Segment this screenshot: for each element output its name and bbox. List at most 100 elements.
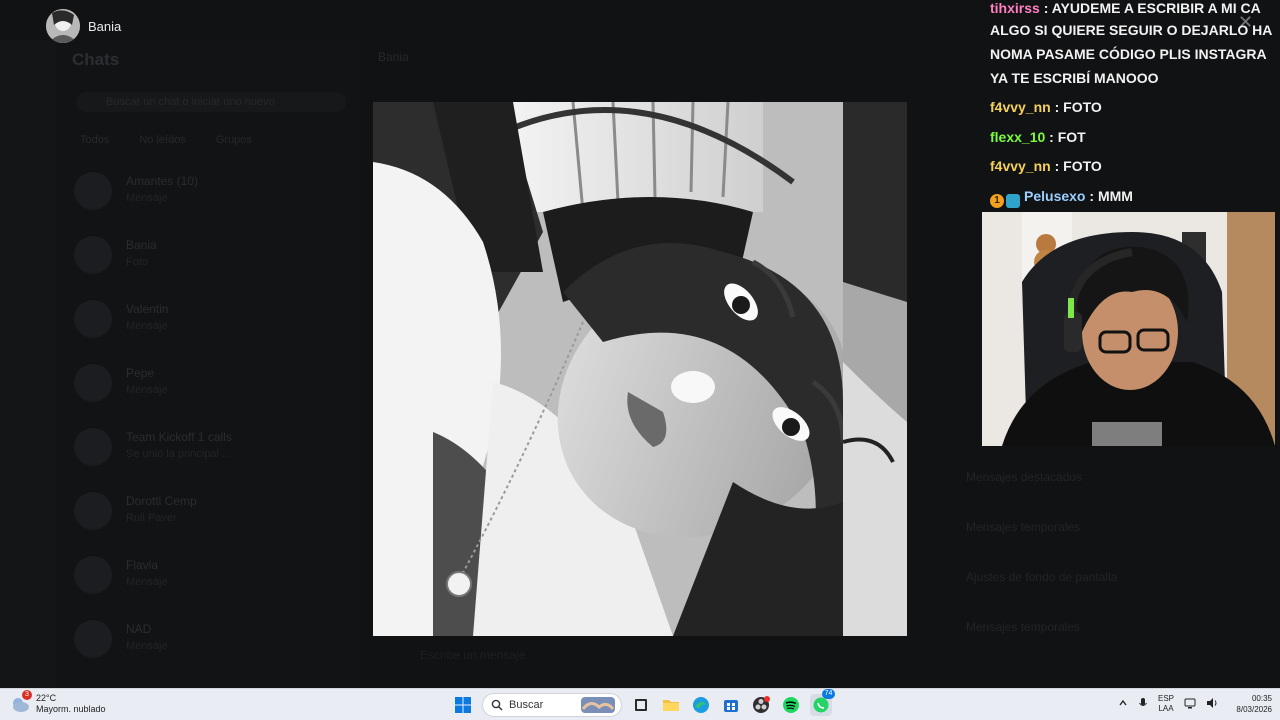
- contact-avatar[interactable]: [46, 9, 80, 43]
- chat-text: NOMA PASAME CÓDIGO PLIS INSTAGRA: [990, 46, 1267, 62]
- chat-name: Pepe: [126, 366, 155, 380]
- chat-list-item: Dorotti Cemp Ruil Paver: [74, 488, 348, 534]
- chat-list-item: Bania Foto: [74, 232, 348, 278]
- language-indicator[interactable]: ESP LAA: [1158, 694, 1174, 714]
- chat-text: ALGO SI QUIERE SEGUIR O DEJARLO HA: [990, 22, 1273, 38]
- whatsapp-unread-badge: 74: [822, 689, 835, 699]
- chevron-up-icon[interactable]: [1118, 698, 1128, 710]
- avatar-photo-icon: [46, 9, 80, 43]
- chat-message: f4vvy_nn : FOTO: [990, 99, 1102, 115]
- chat-avatar: [74, 364, 112, 402]
- chat-header-name: Bania: [378, 50, 409, 64]
- chat-avatar: [74, 236, 112, 274]
- chat-name: Amantes (10): [126, 174, 199, 188]
- windows-taskbar: 3 22°C Mayorm. nublado Buscar 74 ESP LAA…: [0, 688, 1280, 720]
- chat-list-item: Flavia Mensaje: [74, 552, 348, 598]
- chat-name: Valentin: [126, 302, 169, 316]
- clock-time: 00:35: [1251, 694, 1272, 703]
- chat-avatar: [74, 620, 112, 658]
- chat-name: Bania: [126, 238, 157, 252]
- filter-unread: No leídos: [139, 134, 186, 146]
- chat-name: Flavia: [126, 558, 159, 572]
- chat-text: FOT: [1057, 129, 1086, 145]
- chat-text: YA TE ESCRIBÍ MANOOO: [990, 70, 1159, 86]
- info-item: Ajustes de fondo de pantalla: [966, 570, 1118, 584]
- chat-name: Team Kickoff 1 calls: [126, 430, 232, 444]
- chat-text: FOTO: [1063, 99, 1102, 115]
- info-item: Mensajes destacados: [966, 470, 1083, 484]
- weather-cloud-icon: 3: [10, 690, 32, 714]
- app-rail: [0, 40, 56, 688]
- chat-preview: Mensaje: [126, 384, 168, 396]
- chat-username: f4vvy_nn: [990, 99, 1051, 115]
- info-item: Mensajes temporales: [966, 620, 1081, 634]
- weather-alert-badge: 3: [22, 690, 32, 700]
- language-bottom: LAA: [1158, 704, 1174, 713]
- chat-badges: 1: [990, 194, 1020, 208]
- chat-name: NAD: [126, 622, 152, 636]
- info-item: Mensajes temporales: [966, 520, 1081, 534]
- media-viewer-header[interactable]: Bania: [46, 9, 121, 43]
- chat-text: FOTO: [1063, 158, 1102, 174]
- chat-list-title: Chats: [72, 50, 120, 69]
- chat-preview: Foto: [126, 256, 149, 268]
- windows-start-icon[interactable]: [452, 694, 474, 716]
- spotify-icon[interactable]: [780, 694, 802, 716]
- screen: Chats Buscar un chat o iniciar uno nuevo…: [0, 0, 1280, 720]
- chat-avatar: [74, 172, 112, 210]
- system-tray: ESP LAA: [1118, 694, 1218, 714]
- media-photo: [373, 102, 907, 636]
- system-clock[interactable]: 00:35 8/03/2026: [1222, 693, 1272, 715]
- edge-icon[interactable]: [690, 694, 712, 716]
- chat-preview: Ruil Paver: [126, 512, 177, 524]
- store-icon[interactable]: [720, 694, 742, 716]
- chat-filters: Todos No leídos Grupos: [80, 134, 252, 146]
- chat-preview: Mensaje: [126, 576, 168, 588]
- webcam-feed-image: [982, 212, 1275, 446]
- chat-message: f4vvy_nn : FOTO: [990, 158, 1102, 174]
- chat-list-item: Pepe Mensaje: [74, 360, 348, 406]
- chat-message: tihxirss : AYUDEME A ESCRIBIR A MI CA: [990, 0, 1261, 16]
- compose-placeholder: Escribe un mensaje: [420, 648, 526, 662]
- chat-list-item: Valentin Mensaje: [74, 296, 348, 342]
- chat-username: Pelusexo: [1024, 188, 1086, 204]
- filter-all: Todos: [80, 134, 110, 146]
- chat-username: flexx_10: [990, 129, 1046, 145]
- volume-icon[interactable]: [1206, 697, 1218, 711]
- chat-avatar: [74, 556, 112, 594]
- chat-list-item: Team Kickoff 1 calls Se unió la principal…: [74, 424, 348, 470]
- chat-message: NOMA PASAME CÓDIGO PLIS INSTAGRA: [990, 46, 1267, 62]
- chat-message: ALGO SI QUIERE SEGUIR O DEJARLO HA: [990, 22, 1272, 38]
- chat-username: f4vvy_nn: [990, 158, 1051, 174]
- chat-message: 1 Pelusexo : MMM: [990, 188, 1133, 208]
- microphone-icon[interactable]: [1138, 697, 1148, 711]
- weather-temp: 22°C: [36, 693, 57, 703]
- chat-preview: Se unió la principal ...: [126, 448, 232, 460]
- chat-username: tihxirss: [990, 0, 1040, 16]
- chat-message: YA TE ESCRIBÍ MANOOO: [990, 70, 1159, 86]
- chat-message: flexx_10 : FOT: [990, 129, 1086, 145]
- chat-preview: Mensaje: [126, 320, 168, 332]
- clock-date: 8/03/2026: [1236, 705, 1272, 714]
- chat-preview: Mensaje: [126, 640, 168, 652]
- network-icon[interactable]: [1184, 697, 1196, 711]
- taskbar-search-label: Buscar: [509, 699, 544, 711]
- streamer-webcam: [982, 212, 1275, 446]
- chat-text: MMM: [1097, 188, 1133, 204]
- contact-name: Bania: [88, 18, 122, 34]
- weather-description: Mayorm. nublado: [36, 704, 106, 714]
- chat-preview: Mensaje: [126, 192, 168, 204]
- taskbar-apps: Buscar 74: [452, 689, 835, 717]
- obs-icon[interactable]: [750, 694, 772, 716]
- chat-search-input: Buscar un chat o iniciar uno nuevo: [76, 92, 346, 112]
- task-view-icon[interactable]: [630, 694, 652, 716]
- search-icon: [491, 699, 503, 711]
- whatsapp-icon[interactable]: 74: [810, 689, 835, 716]
- taskbar-search-box[interactable]: Buscar: [482, 693, 622, 717]
- file-explorer-icon[interactable]: [660, 694, 682, 716]
- weather-widget[interactable]: 3 22°C Mayorm. nublado: [10, 690, 106, 715]
- chat-name: Dorotti Cemp: [126, 494, 197, 508]
- gift-badge-icon: [1006, 194, 1020, 208]
- chat-avatar: [74, 428, 112, 466]
- contact-info-panel: Mensajes destacados Mensajes temporales …: [920, 470, 1280, 670]
